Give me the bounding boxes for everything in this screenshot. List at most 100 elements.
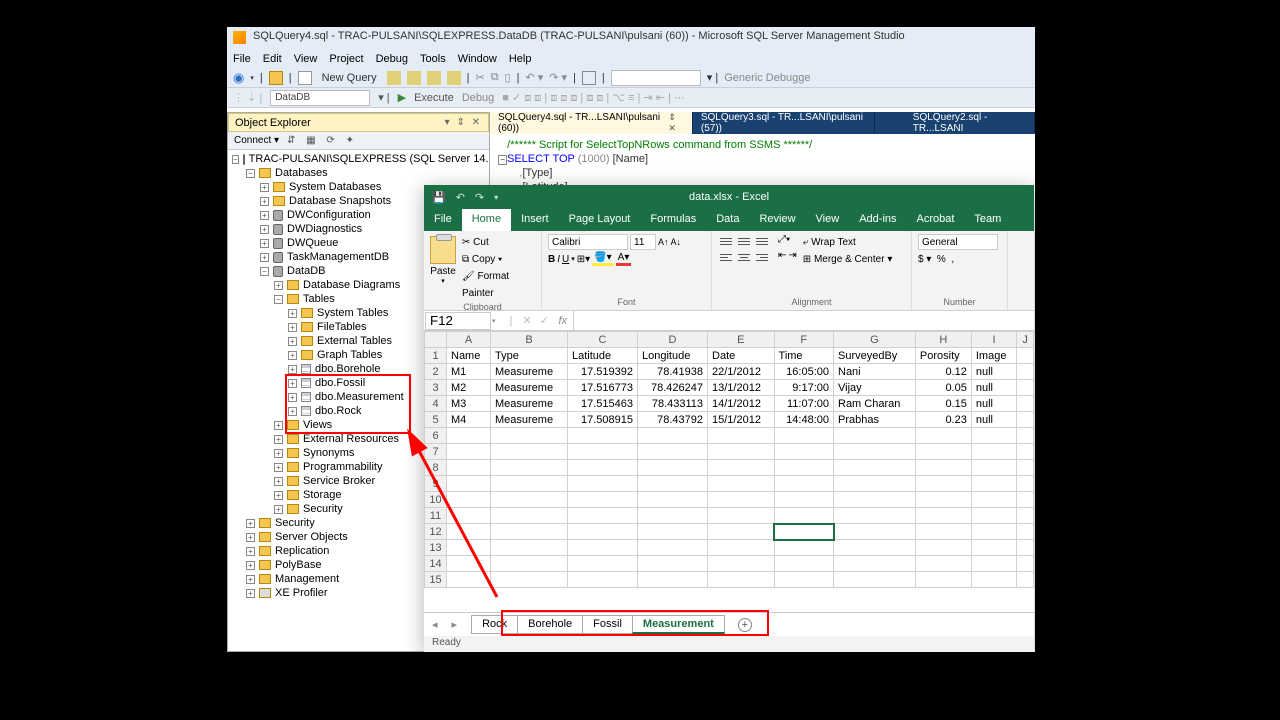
empty-cell[interactable]	[915, 524, 971, 540]
data-cell[interactable]: Measureme	[491, 412, 568, 428]
tree-sec2[interactable]: Security	[275, 517, 315, 529]
empty-cell[interactable]	[447, 540, 491, 556]
empty-cell[interactable]	[567, 476, 637, 492]
row-header-1[interactable]: 1	[425, 348, 447, 364]
col-header-F[interactable]: F	[774, 332, 833, 348]
wrap-text-button[interactable]: ⤶ Wrap Text	[803, 234, 893, 251]
formula-bar[interactable]	[573, 311, 1034, 330]
row-header-8[interactable]: 8	[425, 460, 447, 476]
empty-cell[interactable]	[971, 556, 1016, 572]
format-painter-button[interactable]: 🖌 Format Painter	[462, 268, 535, 302]
align-left-icon[interactable]	[718, 250, 734, 264]
empty-cell[interactable]	[447, 556, 491, 572]
row-header-3[interactable]: 3	[425, 380, 447, 396]
align-middle-icon[interactable]	[736, 234, 752, 248]
data-cell[interactable]: 17.508915	[567, 412, 637, 428]
empty-cell[interactable]	[774, 492, 833, 508]
col-header-B[interactable]: B	[491, 332, 568, 348]
data-cell[interactable]: 11:07:00	[774, 396, 833, 412]
tree-dbd[interactable]: Database Diagrams	[303, 279, 400, 291]
empty-cell[interactable]	[567, 492, 637, 508]
empty-cell[interactable]	[567, 524, 637, 540]
empty-cell[interactable]	[491, 540, 568, 556]
border-button[interactable]: ⊞▾	[577, 254, 590, 265]
col-header-C[interactable]: C	[567, 332, 637, 348]
menu-help[interactable]: Help	[509, 53, 532, 65]
ribbon-tab-insert[interactable]: Insert	[511, 209, 559, 231]
ribbon-tab-file[interactable]: File	[424, 209, 462, 231]
data-cell[interactable]: null	[971, 380, 1016, 396]
tree-task[interactable]: TaskManagementDB	[287, 251, 389, 263]
empty-cell[interactable]	[971, 476, 1016, 492]
empty-cell[interactable]	[708, 460, 775, 476]
tree-srv[interactable]: Server Objects	[275, 531, 348, 543]
tree-prog[interactable]: Programmability	[303, 461, 382, 473]
row-header-7[interactable]: 7	[425, 444, 447, 460]
empty-cell[interactable]	[708, 572, 775, 588]
empty-cell[interactable]	[491, 460, 568, 476]
data-cell[interactable]: 0.05	[915, 380, 971, 396]
empty-cell[interactable]	[774, 428, 833, 444]
empty-cell[interactable]	[567, 428, 637, 444]
col-header-H[interactable]: H	[915, 332, 971, 348]
tree-syn[interactable]: Synonyms	[303, 447, 354, 459]
execute-icon[interactable]: ▶	[398, 91, 406, 104]
empty-cell[interactable]	[638, 508, 708, 524]
qat-dropdown-icon[interactable]: ▾	[494, 193, 498, 202]
tree-extt[interactable]: External Tables	[317, 335, 392, 347]
row-header-4[interactable]: 4	[425, 396, 447, 412]
empty-cell[interactable]	[915, 444, 971, 460]
ribbon-tab-pagelayout[interactable]: Page Layout	[559, 209, 641, 231]
grid-icon[interactable]	[582, 71, 596, 85]
ribbon-tab-acrobat[interactable]: Acrobat	[907, 209, 965, 231]
tree-xe[interactable]: XE Profiler	[275, 587, 328, 599]
tree-filet[interactable]: FileTables	[317, 321, 367, 333]
tree-snap[interactable]: Database Snapshots	[289, 195, 391, 207]
row-header-9[interactable]: 9	[425, 476, 447, 492]
col-header-A[interactable]: A	[447, 332, 491, 348]
tree-server[interactable]: TRAC-PULSANI\SQLEXPRESS (SQL Server 14.0…	[249, 153, 489, 165]
tree-databases[interactable]: Databases	[275, 167, 328, 179]
sheet-nav-prev-icon[interactable]: ◂	[432, 618, 438, 631]
tree-table-rock[interactable]: dbo.Rock	[315, 405, 361, 417]
menu-tools[interactable]: Tools	[420, 53, 446, 65]
data-cell[interactable]: 13/1/2012	[708, 380, 775, 396]
excel-titlebar[interactable]: 💾 ↶ ↷ ▾ data.xlsx - Excel	[424, 185, 1034, 209]
empty-cell[interactable]	[834, 444, 916, 460]
empty-cell[interactable]	[971, 508, 1016, 524]
data-cell[interactable]: 78.426247	[638, 380, 708, 396]
empty-cell[interactable]	[491, 524, 568, 540]
ribbon-tab-review[interactable]: Review	[749, 209, 805, 231]
tree-table-measurement[interactable]: dbo.Measurement	[315, 391, 404, 403]
empty-cell[interactable]	[1017, 508, 1034, 524]
empty-cell[interactable]	[708, 540, 775, 556]
empty-cell[interactable]	[1017, 460, 1034, 476]
empty-cell[interactable]	[915, 556, 971, 572]
empty-cell[interactable]	[708, 476, 775, 492]
empty-cell[interactable]	[708, 508, 775, 524]
empty-cell[interactable]	[834, 508, 916, 524]
fill-color-button[interactable]: 🪣▾	[592, 252, 613, 266]
menu-window[interactable]: Window	[458, 53, 497, 65]
row-header-13[interactable]: 13	[425, 540, 447, 556]
indent-inc-icon[interactable]: ⇥	[788, 250, 796, 264]
data-cell[interactable]: 0.12	[915, 364, 971, 380]
data-cell[interactable]: null	[971, 364, 1016, 380]
empty-cell[interactable]	[915, 476, 971, 492]
empty-cell[interactable]	[774, 476, 833, 492]
header-cell[interactable]: Type	[491, 348, 568, 364]
sheet-tab-rock[interactable]: Rock	[471, 615, 518, 634]
header-cell[interactable]: Date	[708, 348, 775, 364]
empty-cell[interactable]	[491, 428, 568, 444]
empty-cell[interactable]	[567, 572, 637, 588]
empty-cell[interactable]	[971, 460, 1016, 476]
empty-cell[interactable]	[1017, 540, 1034, 556]
execute-button[interactable]: Execute	[414, 92, 454, 104]
col-header-I[interactable]: I	[971, 332, 1016, 348]
tree-views[interactable]: Views	[303, 419, 332, 431]
align-right-icon[interactable]	[754, 250, 770, 264]
enter-formula-icon[interactable]: ✓	[540, 314, 549, 327]
ribbon-tab-data[interactable]: Data	[706, 209, 749, 231]
empty-cell[interactable]	[1017, 556, 1034, 572]
empty-cell[interactable]	[971, 428, 1016, 444]
